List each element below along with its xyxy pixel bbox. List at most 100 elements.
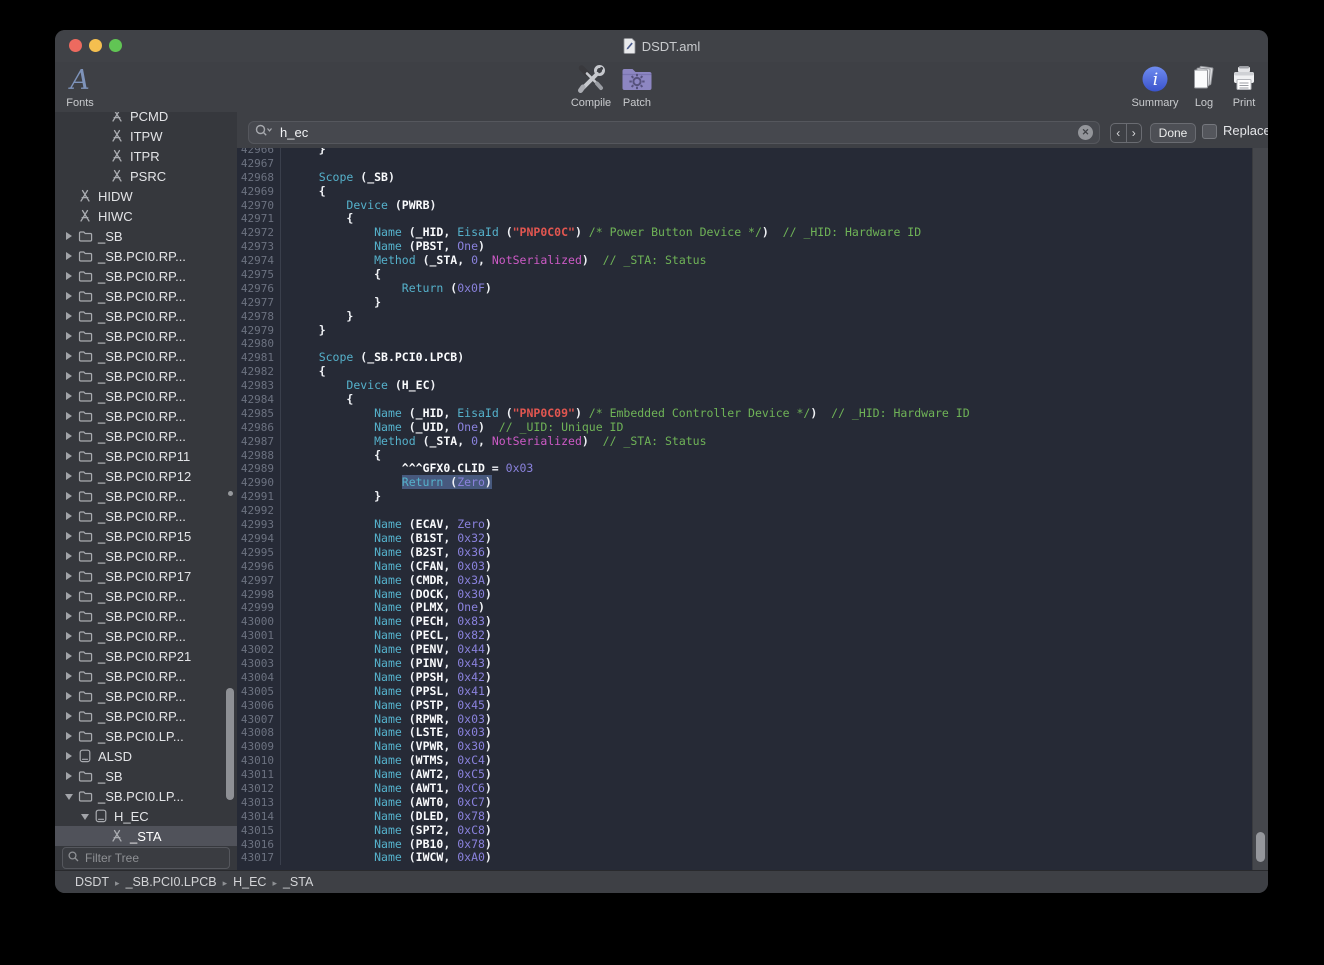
code-line[interactable]: 42989 ^^^GFX0.CLID = 0x03 <box>237 462 1253 476</box>
disclosure-triangle[interactable] <box>64 426 77 446</box>
code-text[interactable]: ^^^GFX0.CLID = 0x03 <box>291 462 533 476</box>
disclosure-triangle[interactable] <box>64 366 77 386</box>
code-line[interactable]: 42992 <box>237 504 1253 518</box>
tree-item-_SB-PCI0-RP-[interactable]: _SB.PCI0.RP... <box>55 706 237 726</box>
tree-item-_SB-PCI0-RP-[interactable]: _SB.PCI0.RP... <box>55 426 237 446</box>
code-text[interactable]: Name (ECAV, Zero) <box>291 518 492 532</box>
code-text[interactable]: Name (WTMS, 0xC4) <box>291 754 492 768</box>
code-text[interactable]: Name (CMDR, 0x3A) <box>291 574 492 588</box>
code-text[interactable]: } <box>291 148 326 157</box>
tree-item-_SB-PCI0-RP-[interactable]: _SB.PCI0.RP... <box>55 586 237 606</box>
disclosure-triangle[interactable] <box>64 586 77 606</box>
code-text[interactable]: Name (RPWR, 0x03) <box>291 713 492 727</box>
disclosure-triangle[interactable] <box>64 486 77 506</box>
tree-item-_SB-PCI0-RP-[interactable]: _SB.PCI0.RP... <box>55 346 237 366</box>
code-line[interactable]: 42999 Name (PLMX, One) <box>237 601 1253 615</box>
code-text[interactable]: Return (0x0F) <box>291 282 492 296</box>
tree-item-_SB-PCI0-RP-[interactable]: _SB.PCI0.RP... <box>55 286 237 306</box>
code-text[interactable]: { <box>291 268 381 282</box>
code-line[interactable]: 42986 Name (_UID, One) // _UID: Unique I… <box>237 421 1253 435</box>
disclosure-triangle[interactable] <box>80 806 93 826</box>
code-line[interactable]: 42991 } <box>237 490 1253 504</box>
code-line[interactable]: 43004 Name (PPSH, 0x42) <box>237 671 1253 685</box>
tree-item-_SB[interactable]: _SB <box>55 226 237 246</box>
tree-item-_SB-PCI0-RP-[interactable]: _SB.PCI0.RP... <box>55 406 237 426</box>
code-line[interactable]: 43008 Name (LSTE, 0x03) <box>237 726 1253 740</box>
code-text[interactable]: Name (AWT2, 0xC5) <box>291 768 492 782</box>
code-line[interactable]: 43017 Name (IWCW, 0xA0) <box>237 851 1253 865</box>
code-text[interactable]: Name (PINV, 0x43) <box>291 657 492 671</box>
code-text[interactable]: } <box>291 324 326 338</box>
code-line[interactable]: 42973 Name (PBST, One) <box>237 240 1253 254</box>
code-line[interactable]: 42981 Scope (_SB.PCI0.LPCB) <box>237 351 1253 365</box>
tree-item-_SB-PCI0-LP-[interactable]: _SB.PCI0.LP... <box>55 726 237 746</box>
code-text[interactable]: Name (PENV, 0x44) <box>291 643 492 657</box>
disclosure-triangle[interactable] <box>64 526 77 546</box>
code-text[interactable]: Name (PPSL, 0x41) <box>291 685 492 699</box>
code-line[interactable]: 42979 } <box>237 324 1253 338</box>
code-text[interactable]: Return (Zero) <box>291 476 492 490</box>
code-line[interactable]: 42976 Return (0x0F) <box>237 282 1253 296</box>
disclosure-triangle[interactable] <box>64 506 77 526</box>
code-line[interactable]: 43016 Name (PB10, 0x78) <box>237 838 1253 852</box>
code-line[interactable]: 43000 Name (PECH, 0x83) <box>237 615 1253 629</box>
code-text[interactable]: Name (_HID, EisaId ("PNP0C0C") /* Power … <box>291 226 921 240</box>
code-text[interactable]: Device (H_EC) <box>291 379 436 393</box>
clear-search-button[interactable]: ✕ <box>1078 125 1093 140</box>
code-line[interactable]: 43003 Name (PINV, 0x43) <box>237 657 1253 671</box>
tree-item-HIDW[interactable]: HIDW <box>55 186 237 206</box>
code-text[interactable]: } <box>291 490 381 504</box>
tree-item-PSRC[interactable]: PSRC <box>55 166 237 186</box>
code-text[interactable]: { <box>291 449 381 463</box>
tree-item-_SB-PCI0-LP-[interactable]: _SB.PCI0.LP... <box>55 786 237 806</box>
search-input[interactable] <box>278 124 1078 141</box>
tree-item-HIWC[interactable]: HIWC <box>55 206 237 226</box>
tree-item-_SB-PCI0-RP-[interactable]: _SB.PCI0.RP... <box>55 366 237 386</box>
code-text[interactable]: Name (DLED, 0x78) <box>291 810 492 824</box>
code-line[interactable]: 43006 Name (PSTP, 0x45) <box>237 699 1253 713</box>
tree-item-_STA[interactable]: _STA <box>55 826 237 846</box>
tree-item-_SB-PCI0-RP-[interactable]: _SB.PCI0.RP... <box>55 546 237 566</box>
code-text[interactable]: Name (LSTE, 0x03) <box>291 726 492 740</box>
breadcrumb-item-DSDT[interactable]: DSDT <box>75 875 109 889</box>
breadcrumb-item-_SB-PCI0-LPCB[interactable]: _SB.PCI0.LPCB <box>126 875 217 889</box>
tree-item-_SB-PCI0-RP11[interactable]: _SB.PCI0.RP11 <box>55 446 237 466</box>
editor-scrollbar-thumb[interactable] <box>1256 832 1265 862</box>
disclosure-triangle[interactable] <box>64 406 77 426</box>
code-line[interactable]: 42969 { <box>237 185 1253 199</box>
disclosure-triangle[interactable] <box>64 306 77 326</box>
code-text[interactable]: Name (PLMX, One) <box>291 601 485 615</box>
code-line[interactable]: 42984 { <box>237 393 1253 407</box>
code-text[interactable]: Scope (_SB.PCI0.LPCB) <box>291 351 464 365</box>
code-text[interactable]: Name (DOCK, 0x30) <box>291 588 492 602</box>
code-text[interactable]: Name (PBST, One) <box>291 240 485 254</box>
disclosure-triangle[interactable] <box>64 606 77 626</box>
code-text[interactable]: { <box>291 365 326 379</box>
disclosure-triangle[interactable] <box>64 626 77 646</box>
code-text[interactable]: Device (PWRB) <box>291 199 436 213</box>
replace-checkbox[interactable] <box>1202 124 1217 139</box>
filter-tree-input[interactable] <box>83 850 242 866</box>
disclosure-triangle[interactable] <box>64 706 77 726</box>
code-text[interactable]: } <box>291 310 353 324</box>
tree-item-_SB-PCI0-RP17[interactable]: _SB.PCI0.RP17 <box>55 566 237 586</box>
patch-button[interactable]: Patch <box>609 65 665 111</box>
tree-item-ITPW[interactable]: ITPW <box>55 126 237 146</box>
disclosure-triangle[interactable] <box>64 386 77 406</box>
tree-item-H_EC[interactable]: H_EC <box>55 806 237 826</box>
tree-item-_SB-PCI0-RP-[interactable]: _SB.PCI0.RP... <box>55 266 237 286</box>
tree-item-_SB-PCI0-RP-[interactable]: _SB.PCI0.RP... <box>55 246 237 266</box>
code-line[interactable]: 42978 } <box>237 310 1253 324</box>
disclosure-triangle[interactable] <box>64 466 77 486</box>
disclosure-triangle[interactable] <box>64 766 77 786</box>
code-line[interactable]: 43001 Name (PECL, 0x82) <box>237 629 1253 643</box>
tree-item-_SB-PCI0-RP-[interactable]: _SB.PCI0.RP... <box>55 326 237 346</box>
tree-item-_SB-PCI0-RP-[interactable]: _SB.PCI0.RP... <box>55 666 237 686</box>
code-line[interactable]: 43011 Name (AWT2, 0xC5) <box>237 768 1253 782</box>
done-button[interactable]: Done <box>1150 123 1196 143</box>
code-text[interactable]: Name (PPSH, 0x42) <box>291 671 492 685</box>
code-text[interactable]: { <box>291 185 326 199</box>
code-text[interactable]: { <box>291 393 353 407</box>
tree-item-_SB-PCI0-RP21[interactable]: _SB.PCI0.RP21 <box>55 646 237 666</box>
code-line[interactable]: 43012 Name (AWT1, 0xC6) <box>237 782 1253 796</box>
